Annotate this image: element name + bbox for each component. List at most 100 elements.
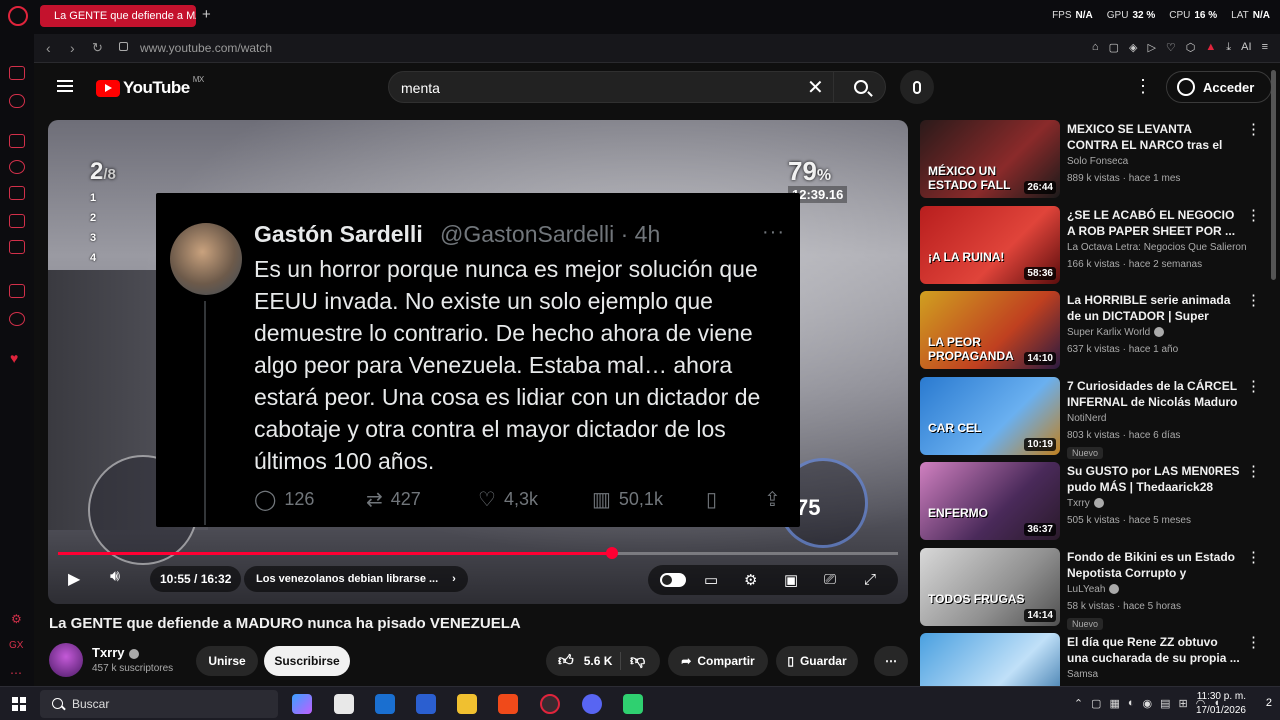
recommendation-menu-icon[interactable]: ⋮ xyxy=(1246,291,1261,309)
recommendation-title[interactable]: La HORRIBLE serie animada de un DICTADOR… xyxy=(1067,292,1242,324)
messages-icon[interactable] xyxy=(9,134,25,148)
windows-start-icon[interactable] xyxy=(12,697,26,711)
dislike-icon[interactable]: 👎︎ xyxy=(630,652,645,670)
aria-ai-button[interactable]: AI xyxy=(1241,41,1251,54)
snapshot-icon[interactable]: ▢ xyxy=(1109,41,1119,54)
player-icon[interactable] xyxy=(9,214,25,228)
gaming-icon[interactable] xyxy=(9,94,25,108)
history-icon[interactable] xyxy=(9,160,25,174)
like-icon[interactable]: 👍︎ xyxy=(558,652,574,670)
download-icon[interactable]: ⤓ xyxy=(1226,41,1231,54)
tray-app-icon[interactable]: ◉ xyxy=(1143,697,1153,710)
recommendation-channel[interactable]: Samsa xyxy=(1067,669,1247,680)
recommendation-menu-icon[interactable]: ⋮ xyxy=(1246,206,1261,224)
subtitles-icon[interactable]: ▭ xyxy=(704,571,718,589)
recommendation-channel[interactable]: La Octava Letra: Negocios Que Salieron .… xyxy=(1067,242,1247,253)
recommendation-item[interactable]: LA PEOR PROPAGANDA 14:10 La HORRIBLE serie… xyxy=(920,291,1270,371)
recommendation-menu-icon[interactable]: ⋮ xyxy=(1246,633,1261,651)
back-icon[interactable]: ‹ xyxy=(46,40,51,56)
recommendation-channel[interactable]: Txrry xyxy=(1067,498,1247,509)
channel-name[interactable]: Txrry xyxy=(92,645,139,660)
copilot-icon[interactable] xyxy=(292,694,312,714)
twitch-icon[interactable] xyxy=(9,284,25,298)
shield-icon[interactable]: ◈ xyxy=(1129,41,1137,54)
recommendation-title[interactable]: ¿SE LE ACABÓ EL NEGOCIO A ROB PAPER SHEE… xyxy=(1067,207,1242,239)
recommendation-item[interactable]: MÉXICO UN ESTADO FALL 26:44 MEXICO SE LEVA… xyxy=(920,120,1270,200)
save-button[interactable]: ▯ Guardar xyxy=(776,646,858,676)
recommendation-item[interactable]: CAR CEL 10:19 7 Curiosidades de la CÁRCEL … xyxy=(920,376,1270,459)
recommendation-channel[interactable]: LuLYeah xyxy=(1067,584,1247,595)
recommendation-item[interactable]: TODOS FRUGAS 14:14 Fondo de Bikini es un E… xyxy=(920,547,1270,630)
recommendation-item[interactable]: ¡A LA RUINA! 58:36 ¿SE LE ACABÓ EL NEGOCIO… xyxy=(920,205,1270,286)
settings-gear-icon[interactable]: ⚙ xyxy=(744,571,757,589)
recommendation-title[interactable]: Su GUSTO por LAS MEN0RES pudo MÁS | Thed… xyxy=(1067,463,1242,495)
page-scrollbar[interactable] xyxy=(1271,70,1276,280)
heart-icon[interactable]: ♡ xyxy=(1166,41,1176,54)
recommendation-channel[interactable]: Solo Fonseca xyxy=(1067,156,1247,167)
taskbar-clock[interactable]: 11:30 p. m. 17/01/2026 xyxy=(1196,690,1246,718)
store-icon[interactable] xyxy=(334,694,354,714)
recommendation-menu-icon[interactable]: ⋮ xyxy=(1246,377,1261,395)
brave-icon[interactable] xyxy=(498,694,518,714)
recommendation-title[interactable]: 7 Curiosidades de la CÁRCEL INFERNAL de … xyxy=(1067,378,1242,410)
app-icon[interactable] xyxy=(623,694,643,714)
url-field[interactable]: www.youtube.com/watch xyxy=(140,41,272,55)
gx-icon[interactable]: GX xyxy=(9,640,23,651)
play-button[interactable]: ▶ xyxy=(68,569,80,589)
video-progress-bar[interactable] xyxy=(58,547,898,559)
recommendation-menu-icon[interactable]: ⋮ xyxy=(1246,462,1261,480)
recommendation-item[interactable]: ENFERMO 36:37 Su GUSTO por LAS MEN0RES pud… xyxy=(920,462,1270,542)
outlook-icon[interactable] xyxy=(375,694,395,714)
join-button[interactable]: Unirse xyxy=(196,646,258,676)
tray-app-icon[interactable]: ◐ xyxy=(1128,697,1135,710)
recommendation-item[interactable]: El día que Rene ZZ obtuvo una cucharada … xyxy=(920,633,1270,711)
opera-gx-taskbar-icon[interactable] xyxy=(540,694,560,714)
whatsapp-icon[interactable] xyxy=(9,312,25,326)
recommendation-thumbnail[interactable]: ¡A LA RUINA! 58:36 xyxy=(920,205,1060,284)
file-explorer-icon[interactable] xyxy=(457,694,477,714)
recommendation-menu-icon[interactable]: ⋮ xyxy=(1246,120,1261,138)
clear-search-icon[interactable]: ✕ xyxy=(807,75,824,100)
recommendation-thumbnail[interactable]: ENFERMO 36:37 xyxy=(920,462,1060,540)
like-count[interactable]: 5.6 K xyxy=(584,654,613,668)
share-button[interactable]: ➦ Compartir xyxy=(668,646,768,676)
recommendation-title[interactable]: MEXICO SE LEVANTA CONTRA EL NARCO tras e… xyxy=(1067,121,1242,153)
volume-icon[interactable]: 🔊︎ xyxy=(110,568,120,586)
favorites-heart-icon[interactable]: ♥ xyxy=(10,350,18,366)
forward-icon[interactable]: › xyxy=(70,40,75,56)
tray-app-icon[interactable]: ▤ xyxy=(1160,697,1170,710)
voice-search-button[interactable] xyxy=(900,70,934,104)
extension-icon[interactable] xyxy=(9,240,25,254)
recommendation-channel[interactable]: Super Karlix World xyxy=(1067,327,1247,338)
chapter-button[interactable]: Los venezolanos debian librarse ... › xyxy=(244,566,468,592)
pin-icon[interactable]: ⌂ xyxy=(1092,41,1099,54)
browser-tab[interactable]: La GENTE que defiende a MADURO nunca ha … xyxy=(40,5,196,27)
tray-app-icon[interactable]: ▢ xyxy=(1091,697,1101,710)
word-icon[interactable] xyxy=(416,694,436,714)
guide-menu-icon[interactable] xyxy=(57,80,73,92)
recommendation-thumbnail[interactable]: TODOS FRUGAS 14:14 xyxy=(920,547,1060,626)
channel-avatar[interactable] xyxy=(49,643,83,677)
search-button[interactable] xyxy=(833,72,887,102)
recommendation-thumbnail[interactable]: MÉXICO UN ESTADO FALL 26:44 xyxy=(920,120,1060,198)
youtube-logo[interactable]: YouTube MX xyxy=(96,75,204,98)
sign-in-button[interactable]: Acceder xyxy=(1166,71,1272,103)
reload-icon[interactable]: ↻ xyxy=(92,40,103,56)
search-box[interactable]: menta ✕ xyxy=(388,71,886,103)
notifications-badge[interactable]: 2 xyxy=(1266,697,1272,709)
tray-app-icon[interactable]: ⊞ xyxy=(1179,697,1188,710)
miniplayer-icon[interactable]: ▣ xyxy=(784,571,798,589)
home-icon[interactable] xyxy=(9,66,25,80)
recommendation-menu-icon[interactable]: ⋮ xyxy=(1246,548,1261,566)
cast-icon[interactable]: ⎚ xyxy=(824,571,836,588)
subscribe-button[interactable]: Suscribirse xyxy=(264,646,350,676)
recommendation-thumbnail[interactable]: CAR CEL 10:19 xyxy=(920,376,1060,455)
taskbar-search[interactable]: Buscar xyxy=(40,690,278,718)
opera-logo-icon[interactable] xyxy=(8,6,28,26)
recommendation-title[interactable]: El día que Rene ZZ obtuvo una cucharada … xyxy=(1067,634,1242,666)
menu-icon[interactable]: ≡ xyxy=(1262,41,1268,54)
wallet-icon[interactable]: ▲ xyxy=(1205,41,1216,54)
recommendation-thumbnail[interactable]: LA PEOR PROPAGANDA 14:10 xyxy=(920,291,1060,369)
settings-icon[interactable]: ⚙ xyxy=(11,612,22,626)
new-tab-button[interactable]: + xyxy=(202,6,211,23)
